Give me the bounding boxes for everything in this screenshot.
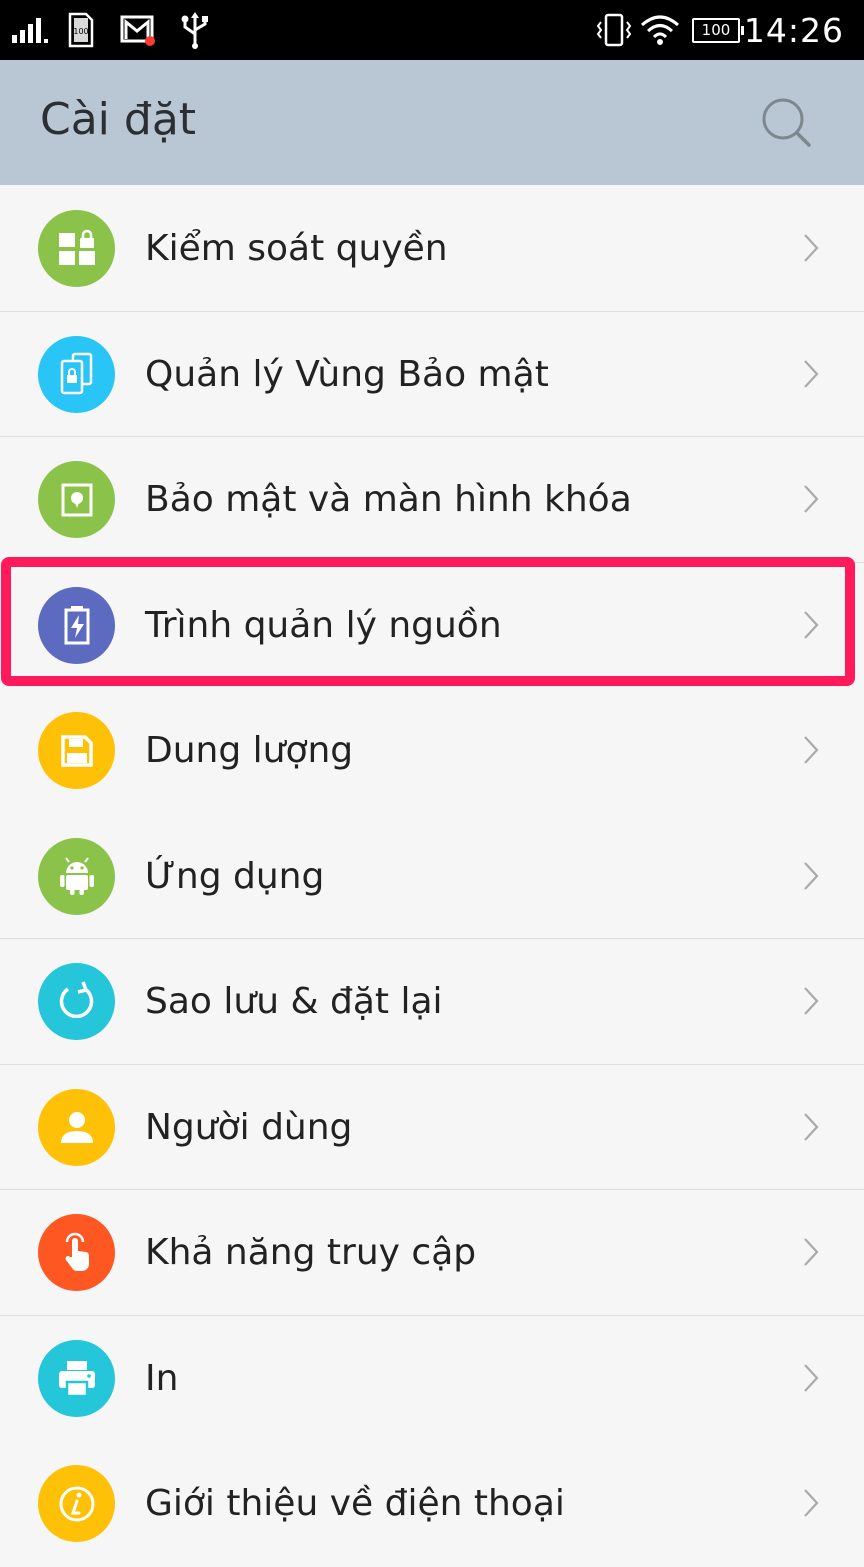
battery-icon: 100 — [692, 0, 744, 60]
printer-icon — [38, 1339, 115, 1417]
page-title: Cài đặt — [40, 94, 197, 145]
settings-item-secure-zone[interactable]: Quản lý Vùng Bảo mật — [0, 312, 864, 438]
user-icon — [38, 1088, 115, 1166]
chevron-right-icon — [804, 861, 819, 890]
chevron-right-icon — [804, 736, 819, 764]
backup-reset-icon — [38, 963, 115, 1040]
settings-item-label: Sao lưu & đặt lại — [145, 981, 443, 1022]
chevron-right-icon — [804, 1489, 819, 1517]
sim-badge-text: 100 — [73, 27, 88, 36]
chevron-right-icon — [804, 987, 819, 1015]
settings-item-security-lock-screen[interactable]: Bảo mật và màn hình khóa — [0, 437, 864, 563]
status-bar: 100 100 14:26 — [0, 0, 864, 60]
settings-item-permissions[interactable]: Kiểm soát quyền — [0, 186, 864, 312]
usb-icon — [178, 0, 212, 60]
search-icon — [762, 98, 811, 147]
accessibility-icon — [38, 1214, 115, 1291]
settings-item-print[interactable]: In — [0, 1316, 864, 1442]
settings-item-backup-reset[interactable]: Sao lưu & đặt lại — [0, 939, 864, 1065]
chevron-right-icon — [804, 1112, 819, 1141]
settings-list: Kiểm soát quyền Quản lý Vùng Bảo mật Bảo… — [0, 186, 864, 1567]
settings-item-label: Khả năng truy cập — [145, 1232, 477, 1273]
android-icon — [38, 837, 115, 915]
battery-level: 100 — [692, 17, 744, 43]
settings-item-storage[interactable]: Dung lượng — [0, 688, 864, 814]
signal-icon — [12, 0, 52, 60]
app-header: Cài đặt — [0, 60, 864, 185]
clock: 14:26 — [743, 10, 844, 50]
settings-item-label: Trình quản lý nguồn — [145, 604, 502, 646]
settings-item-accessibility[interactable]: Khả năng truy cập — [0, 1190, 864, 1316]
settings-item-about-phone[interactable]: Giới thiệu về điện thoại — [0, 1441, 864, 1567]
settings-item-apps[interactable]: Ứng dụng — [0, 814, 864, 940]
chevron-right-icon — [804, 1363, 819, 1392]
wifi-icon — [640, 0, 680, 60]
settings-item-label: Bảo mật và màn hình khóa — [145, 479, 632, 520]
chevron-right-icon — [804, 1238, 819, 1266]
vibrate-icon — [596, 0, 632, 60]
settings-item-label: Giới thiệu về điện thoại — [145, 1483, 565, 1524]
info-icon — [38, 1465, 115, 1542]
search-button[interactable] — [758, 96, 814, 152]
chevron-right-icon — [804, 234, 819, 262]
lock-screen-icon — [38, 461, 115, 538]
settings-item-label: In — [145, 1357, 179, 1399]
gmail-icon — [120, 0, 158, 60]
battery-manager-icon — [38, 586, 115, 664]
settings-item-label: Người dùng — [145, 1106, 353, 1148]
chevron-right-icon — [804, 359, 819, 388]
settings-item-label: Ứng dụng — [145, 855, 325, 897]
chevron-right-icon — [804, 610, 819, 639]
secure-zone-icon — [38, 335, 115, 413]
sim-card-icon: 100 — [68, 0, 94, 60]
chevron-right-icon — [804, 485, 819, 513]
permissions-icon — [38, 210, 115, 287]
settings-item-label: Kiểm soát quyền — [145, 228, 448, 269]
settings-item-label: Quản lý Vùng Bảo mật — [145, 353, 549, 395]
settings-item-power-manager[interactable]: Trình quản lý nguồn — [0, 563, 864, 689]
settings-item-label: Dung lượng — [145, 730, 354, 771]
settings-item-users[interactable]: Người dùng — [0, 1065, 864, 1191]
storage-icon — [38, 712, 115, 789]
